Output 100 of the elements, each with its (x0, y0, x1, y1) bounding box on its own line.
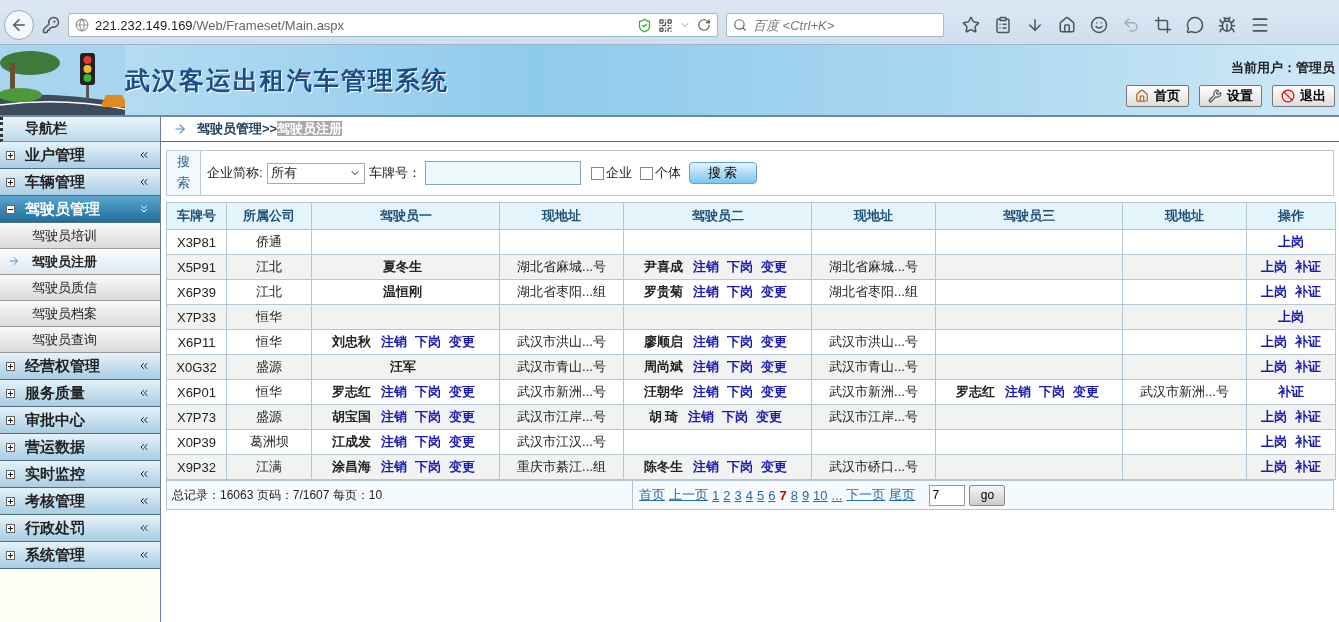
sidebar-group[interactable]: 服务质量 (0, 380, 160, 407)
back-button[interactable] (4, 10, 34, 40)
action-link[interactable]: 下岗 (727, 459, 753, 474)
sidebar-group[interactable]: 业户管理 (0, 142, 160, 169)
download-icon[interactable] (1026, 16, 1044, 34)
address-bar[interactable]: 221.232.149.169/Web/Frameset/Main.aspx (68, 13, 718, 37)
action-link[interactable]: 下岗 (1038, 384, 1065, 399)
reload-icon[interactable] (697, 18, 711, 32)
page-link[interactable]: 9 (801, 487, 810, 503)
action-link[interactable]: 注销 (693, 459, 719, 474)
action-link[interactable]: 补证 (1295, 284, 1321, 299)
action-link[interactable]: 注销 (693, 359, 719, 374)
action-link[interactable]: 变更 (761, 459, 787, 474)
action-link[interactable]: 上岗 (1278, 309, 1304, 324)
action-link[interactable]: 变更 (449, 434, 475, 449)
action-link[interactable]: 补证 (1295, 409, 1321, 424)
page-link[interactable]: 2 (723, 487, 731, 503)
plate-field[interactable] (424, 161, 581, 185)
sidebar-group[interactable]: 考核管理 (0, 488, 160, 515)
action-link[interactable]: 下岗 (727, 359, 753, 374)
pager-link[interactable]: 首页 (639, 486, 665, 504)
sidebar-item[interactable]: 驾驶员培训 (0, 223, 160, 249)
page-link[interactable]: 6 (768, 487, 776, 503)
page-field[interactable]: 7 (929, 484, 966, 506)
menu-icon[interactable] (1250, 15, 1270, 35)
action-link[interactable]: 下岗 (415, 459, 441, 474)
action-link[interactable]: 上岗 (1261, 334, 1287, 349)
sidebar-group[interactable]: 实时监控 (0, 461, 160, 488)
page-link[interactable]: 5 (756, 487, 765, 503)
clipboard-icon[interactable] (994, 16, 1012, 34)
action-link[interactable]: 变更 (756, 409, 783, 424)
checkbox[interactable] (590, 166, 604, 180)
action-link[interactable]: 变更 (449, 334, 475, 349)
header-button[interactable]: 设置 (1199, 85, 1262, 107)
sidebar-group[interactable]: 车辆管理 (0, 169, 160, 196)
search-button[interactable]: 搜 索 (688, 162, 757, 184)
header-button[interactable]: 退出 (1272, 85, 1335, 107)
home-icon[interactable] (1058, 16, 1076, 34)
action-link[interactable]: 上岗 (1261, 259, 1287, 274)
sidebar-item[interactable]: 驾驶员质信 (0, 275, 160, 301)
action-link[interactable]: 注销 (693, 259, 719, 274)
breadcrumb-link[interactable]: 驾驶员管理>> (197, 121, 278, 136)
smiley-icon[interactable] (1090, 16, 1108, 34)
action-link[interactable]: 上岗 (1278, 234, 1304, 249)
page-link[interactable]: 4 (745, 487, 753, 503)
action-link[interactable]: 补证 (1278, 384, 1304, 399)
sidebar-group[interactable]: 行政处罚 (0, 515, 160, 542)
qr-code-icon[interactable] (658, 17, 673, 33)
company-select[interactable]: 所有 (266, 162, 365, 184)
search-field[interactable]: 百度 <Ctrl+K> (726, 13, 944, 37)
action-link[interactable]: 注销 (381, 409, 407, 424)
action-link[interactable]: 变更 (1072, 384, 1099, 399)
sidebar-group[interactable]: 经营权管理 (0, 353, 160, 380)
action-link[interactable]: 变更 (761, 359, 787, 374)
action-link[interactable]: 注销 (381, 334, 407, 349)
action-link[interactable]: 注销 (693, 284, 719, 299)
page-link[interactable]: ... (831, 487, 843, 503)
bug-icon[interactable] (1218, 16, 1236, 34)
action-link[interactable]: 上岗 (1261, 459, 1287, 474)
pager-link[interactable]: 上一页 (669, 486, 708, 504)
action-link[interactable]: 补证 (1295, 434, 1321, 449)
sidebar-item[interactable]: 驾驶员注册 (0, 249, 160, 275)
action-link[interactable]: 下岗 (722, 409, 749, 424)
action-link[interactable]: 下岗 (415, 384, 441, 399)
sidebar-group[interactable]: 审批中心 (0, 407, 160, 434)
action-link[interactable]: 补证 (1295, 259, 1321, 274)
chat-icon[interactable] (1186, 16, 1204, 34)
action-link[interactable]: 上岗 (1261, 359, 1287, 374)
action-link[interactable]: 下岗 (415, 334, 441, 349)
sidebar-group[interactable]: 营运数据 (0, 434, 160, 461)
action-link[interactable]: 下岗 (727, 384, 753, 399)
page-link[interactable]: 3 (734, 487, 742, 503)
pager-link[interactable]: 尾页 (889, 486, 916, 504)
action-link[interactable]: 变更 (449, 409, 475, 424)
action-link[interactable]: 上岗 (1261, 409, 1287, 424)
sidebar-item[interactable]: 驾驶员查询 (0, 327, 160, 353)
action-link[interactable]: 注销 (688, 409, 715, 424)
action-link[interactable]: 下岗 (727, 334, 753, 349)
page-link[interactable]: 10 (813, 487, 828, 503)
action-link[interactable]: 变更 (761, 334, 787, 349)
star-icon[interactable] (962, 16, 980, 34)
sidebar-item[interactable]: 驾驶员档案 (0, 301, 160, 327)
action-link[interactable]: 变更 (761, 259, 787, 274)
action-link[interactable]: 补证 (1295, 359, 1321, 374)
action-link[interactable]: 下岗 (727, 259, 753, 274)
page-link[interactable]: 1 (712, 487, 720, 503)
action-link[interactable]: 注销 (381, 384, 407, 399)
sidebar-group[interactable]: 系统管理 (0, 542, 160, 569)
action-link[interactable]: 变更 (761, 384, 787, 399)
pager-link[interactable]: 下一页 (846, 486, 886, 504)
action-link[interactable]: 注销 (693, 384, 719, 399)
sidebar-group[interactable]: 驾驶员管理 (0, 196, 160, 223)
action-link[interactable]: 注销 (693, 334, 719, 349)
action-link[interactable]: 下岗 (727, 284, 753, 299)
action-link[interactable]: 上岗 (1261, 284, 1287, 299)
action-link[interactable]: 注销 (381, 434, 407, 449)
checkbox[interactable] (639, 166, 653, 180)
action-link[interactable]: 上岗 (1261, 434, 1287, 449)
action-link[interactable]: 补证 (1295, 334, 1321, 349)
crop-icon[interactable] (1154, 16, 1172, 34)
